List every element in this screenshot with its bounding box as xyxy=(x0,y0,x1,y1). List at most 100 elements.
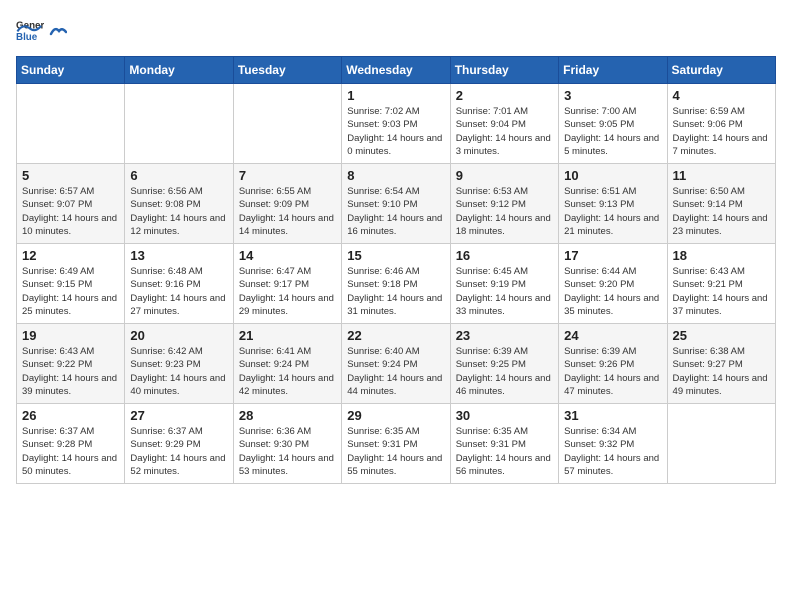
calendar-cell: 23 Sunrise: 6:39 AMSunset: 9:25 PMDayligh… xyxy=(450,324,558,404)
day-info: Sunrise: 7:01 AMSunset: 9:04 PMDaylight:… xyxy=(456,105,553,158)
calendar-cell: 1Sunrise: 7:02 AMSunset: 9:03 PMDaylight… xyxy=(342,84,450,164)
logo-icon: General Blue xyxy=(16,16,44,44)
day-number: 15 xyxy=(347,248,444,263)
weekday-header-friday: Friday xyxy=(559,57,667,84)
calendar-cell: 13 Sunrise: 6:48 AMSunset: 9:16 PMDayligh… xyxy=(125,244,233,324)
weekday-header-thursday: Thursday xyxy=(450,57,558,84)
calendar-cell: 11 Sunrise: 6:50 AMSunset: 9:14 PMDayligh… xyxy=(667,164,775,244)
day-info: Sunrise: 6:54 AMSunset: 9:10 PMDaylight:… xyxy=(347,185,444,238)
day-number: 17 xyxy=(564,248,661,263)
day-info: Sunrise: 6:34 AMSunset: 9:32 PMDaylight:… xyxy=(564,425,661,478)
calendar-week-2: 5Sunrise: 6:57 AMSunset: 9:07 PMDaylight… xyxy=(17,164,776,244)
day-number: 11 xyxy=(673,168,770,183)
day-number: 2 xyxy=(456,88,553,103)
day-number: 19 xyxy=(22,328,119,343)
weekday-header-tuesday: Tuesday xyxy=(233,57,341,84)
day-number: 10 xyxy=(564,168,661,183)
day-info: Sunrise: 6:43 AMSunset: 9:22 PMDaylight:… xyxy=(22,345,119,398)
calendar-cell: 5Sunrise: 6:57 AMSunset: 9:07 PMDaylight… xyxy=(17,164,125,244)
calendar-week-1: 1Sunrise: 7:02 AMSunset: 9:03 PMDaylight… xyxy=(17,84,776,164)
calendar-cell: 24 Sunrise: 6:39 AMSunset: 9:26 PMDayligh… xyxy=(559,324,667,404)
calendar-cell: 8 Sunrise: 6:54 AMSunset: 9:10 PMDaylight… xyxy=(342,164,450,244)
day-number: 31 xyxy=(564,408,661,423)
day-info: Sunrise: 6:37 AMSunset: 9:29 PMDaylight:… xyxy=(130,425,227,478)
calendar-cell xyxy=(17,84,125,164)
calendar-cell: 6 Sunrise: 6:56 AMSunset: 9:08 PMDaylight… xyxy=(125,164,233,244)
day-number: 28 xyxy=(239,408,336,423)
day-number: 30 xyxy=(456,408,553,423)
calendar-cell: 3 Sunrise: 7:00 AMSunset: 9:05 PMDaylight… xyxy=(559,84,667,164)
logo: General Blue xyxy=(16,16,68,44)
day-info: Sunrise: 6:47 AMSunset: 9:17 PMDaylight:… xyxy=(239,265,336,318)
day-info: Sunrise: 6:37 AMSunset: 9:28 PMDaylight:… xyxy=(22,425,119,478)
calendar-cell: 30 Sunrise: 6:35 AMSunset: 9:31 PMDayligh… xyxy=(450,404,558,484)
calendar-cell: 20Sunrise: 6:42 AMSunset: 9:23 PMDayligh… xyxy=(125,324,233,404)
day-number: 8 xyxy=(347,168,444,183)
calendar-cell: 10 Sunrise: 6:51 AMSunset: 9:13 PMDayligh… xyxy=(559,164,667,244)
calendar-cell: 25Sunrise: 6:38 AMSunset: 9:27 PMDayligh… xyxy=(667,324,775,404)
day-info: Sunrise: 6:46 AMSunset: 9:18 PMDaylight:… xyxy=(347,265,444,318)
weekday-header-monday: Monday xyxy=(125,57,233,84)
calendar-cell: 12 Sunrise: 6:49 AMSunset: 9:15 PMDayligh… xyxy=(17,244,125,324)
day-number: 4 xyxy=(673,88,770,103)
day-info: Sunrise: 6:39 AMSunset: 9:25 PMDaylight:… xyxy=(456,345,553,398)
logo-bird-icon xyxy=(49,24,67,42)
day-info: Sunrise: 7:02 AMSunset: 9:03 PMDaylight:… xyxy=(347,105,444,158)
day-number: 9 xyxy=(456,168,553,183)
day-info: Sunrise: 6:41 AMSunset: 9:24 PMDaylight:… xyxy=(239,345,336,398)
day-number: 22 xyxy=(347,328,444,343)
calendar-week-5: 26 Sunrise: 6:37 AMSunset: 9:28 PMDayligh… xyxy=(17,404,776,484)
day-info: Sunrise: 6:40 AMSunset: 9:24 PMDaylight:… xyxy=(347,345,444,398)
calendar-cell: 31 Sunrise: 6:34 AMSunset: 9:32 PMDayligh… xyxy=(559,404,667,484)
day-number: 27 xyxy=(130,408,227,423)
calendar-week-4: 19 Sunrise: 6:43 AMSunset: 9:22 PMDayligh… xyxy=(17,324,776,404)
calendar-table: SundayMondayTuesdayWednesdayThursdayFrid… xyxy=(16,56,776,484)
day-info: Sunrise: 6:35 AMSunset: 9:31 PMDaylight:… xyxy=(347,425,444,478)
day-number: 3 xyxy=(564,88,661,103)
calendar-cell xyxy=(233,84,341,164)
calendar-cell: 2 Sunrise: 7:01 AMSunset: 9:04 PMDaylight… xyxy=(450,84,558,164)
day-info: Sunrise: 6:48 AMSunset: 9:16 PMDaylight:… xyxy=(130,265,227,318)
day-info: Sunrise: 6:56 AMSunset: 9:08 PMDaylight:… xyxy=(130,185,227,238)
calendar-cell: 27 Sunrise: 6:37 AMSunset: 9:29 PMDayligh… xyxy=(125,404,233,484)
calendar-week-3: 12 Sunrise: 6:49 AMSunset: 9:15 PMDayligh… xyxy=(17,244,776,324)
day-number: 5 xyxy=(22,168,119,183)
day-info: Sunrise: 6:35 AMSunset: 9:31 PMDaylight:… xyxy=(456,425,553,478)
calendar-cell: 18 Sunrise: 6:43 AMSunset: 9:21 PMDayligh… xyxy=(667,244,775,324)
day-info: Sunrise: 6:38 AMSunset: 9:27 PMDaylight:… xyxy=(673,345,770,398)
calendar-cell: 9 Sunrise: 6:53 AMSunset: 9:12 PMDaylight… xyxy=(450,164,558,244)
day-number: 12 xyxy=(22,248,119,263)
calendar-cell xyxy=(667,404,775,484)
day-number: 23 xyxy=(456,328,553,343)
calendar-cell: 7Sunrise: 6:55 AMSunset: 9:09 PMDaylight… xyxy=(233,164,341,244)
calendar-cell: 14 Sunrise: 6:47 AMSunset: 9:17 PMDayligh… xyxy=(233,244,341,324)
weekday-header-sunday: Sunday xyxy=(17,57,125,84)
day-info: Sunrise: 6:45 AMSunset: 9:19 PMDaylight:… xyxy=(456,265,553,318)
calendar-cell: 21Sunrise: 6:41 AMSunset: 9:24 PMDayligh… xyxy=(233,324,341,404)
day-number: 18 xyxy=(673,248,770,263)
day-number: 14 xyxy=(239,248,336,263)
day-info: Sunrise: 6:42 AMSunset: 9:23 PMDaylight:… xyxy=(130,345,227,398)
day-info: Sunrise: 6:53 AMSunset: 9:12 PMDaylight:… xyxy=(456,185,553,238)
day-info: Sunrise: 6:50 AMSunset: 9:14 PMDaylight:… xyxy=(673,185,770,238)
day-number: 16 xyxy=(456,248,553,263)
calendar-body: 1Sunrise: 7:02 AMSunset: 9:03 PMDaylight… xyxy=(17,84,776,484)
day-number: 26 xyxy=(22,408,119,423)
day-number: 13 xyxy=(130,248,227,263)
day-number: 24 xyxy=(564,328,661,343)
weekday-header-row: SundayMondayTuesdayWednesdayThursdayFrid… xyxy=(17,57,776,84)
calendar-cell: 28Sunrise: 6:36 AMSunset: 9:30 PMDayligh… xyxy=(233,404,341,484)
calendar-cell: 16 Sunrise: 6:45 AMSunset: 9:19 PMDayligh… xyxy=(450,244,558,324)
day-info: Sunrise: 7:00 AMSunset: 9:05 PMDaylight:… xyxy=(564,105,661,158)
day-info: Sunrise: 6:39 AMSunset: 9:26 PMDaylight:… xyxy=(564,345,661,398)
day-info: Sunrise: 6:49 AMSunset: 9:15 PMDaylight:… xyxy=(22,265,119,318)
calendar-cell: 26 Sunrise: 6:37 AMSunset: 9:28 PMDayligh… xyxy=(17,404,125,484)
day-info: Sunrise: 6:43 AMSunset: 9:21 PMDaylight:… xyxy=(673,265,770,318)
day-info: Sunrise: 6:51 AMSunset: 9:13 PMDaylight:… xyxy=(564,185,661,238)
calendar-cell xyxy=(125,84,233,164)
calendar-cell: 22 Sunrise: 6:40 AMSunset: 9:24 PMDayligh… xyxy=(342,324,450,404)
weekday-header-saturday: Saturday xyxy=(667,57,775,84)
calendar-cell: 17Sunrise: 6:44 AMSunset: 9:20 PMDayligh… xyxy=(559,244,667,324)
calendar-cell: 15 Sunrise: 6:46 AMSunset: 9:18 PMDayligh… xyxy=(342,244,450,324)
day-number: 6 xyxy=(130,168,227,183)
